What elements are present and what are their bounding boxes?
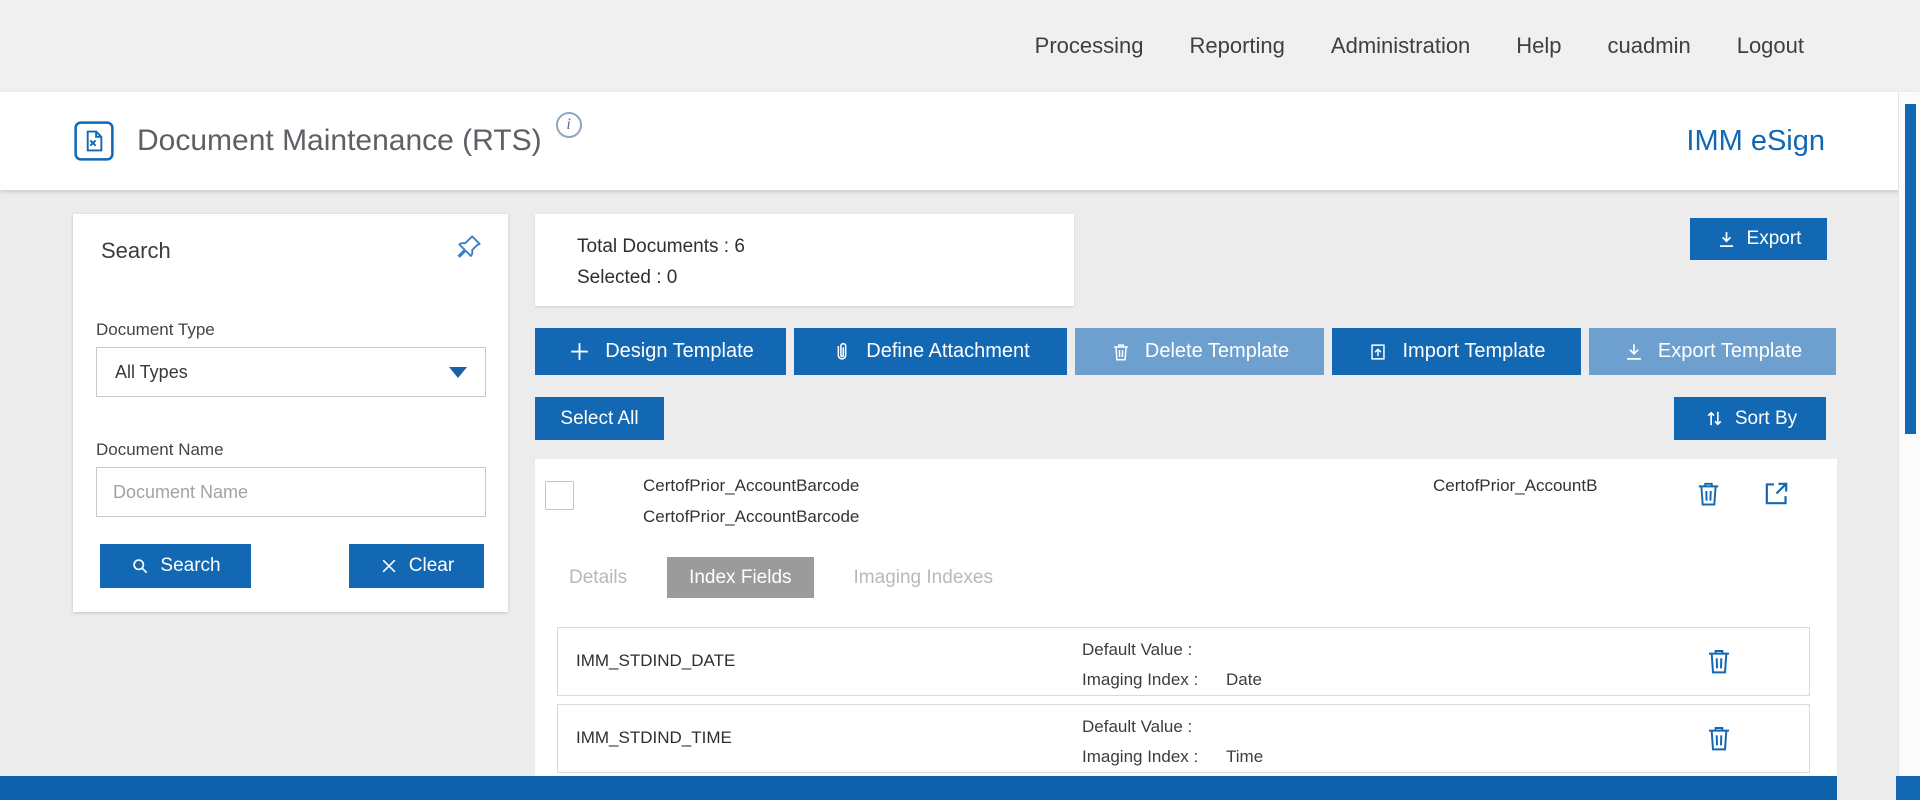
design-template-label: Design Template — [605, 340, 754, 362]
export-template-button[interactable]: Export Template — [1589, 328, 1836, 375]
select-all-label: Select All — [560, 407, 639, 429]
search-button[interactable]: Search — [100, 544, 251, 588]
nav-help[interactable]: Help — [1516, 33, 1561, 59]
delete-field-icon[interactable] — [1703, 645, 1735, 677]
delete-field-icon[interactable] — [1703, 722, 1735, 754]
tab-imaging-indexes[interactable]: Imaging Indexes — [854, 557, 993, 598]
search-panel-title: Search — [101, 238, 171, 263]
clear-button-label: Clear — [408, 555, 455, 576]
clear-button[interactable]: Clear — [349, 544, 484, 588]
clear-x-icon — [382, 559, 396, 573]
selected-count-text: Selected : 0 — [577, 267, 678, 288]
document-name-right: CertofPrior_AccountB — [1433, 476, 1598, 495]
index-field-row: IMM_STDIND_TIME Default Value : Imaging … — [557, 704, 1810, 773]
search-panel: Search Document Type All Types Document … — [73, 214, 508, 612]
import-icon — [1371, 343, 1386, 360]
tab-details[interactable]: Details — [569, 557, 627, 598]
nav-reporting[interactable]: Reporting — [1190, 33, 1285, 59]
index-field-name: IMM_STDIND_TIME — [576, 728, 732, 747]
vertical-scrollbar[interactable] — [1898, 92, 1920, 800]
export-button-label: Export — [1746, 228, 1802, 249]
document-tabs: Details Index Fields Imaging Indexes — [569, 557, 993, 598]
app-logo-icon — [74, 121, 114, 161]
default-value-label: Default Value : — [1082, 640, 1193, 659]
summary-card: Total Documents : 6 Selected : 0 — [535, 214, 1074, 306]
document-panel: CertofPrior_AccountBarcode CertofPrior_A… — [535, 459, 1837, 800]
info-icon[interactable]: i — [555, 112, 582, 138]
delete-template-label: Delete Template — [1144, 340, 1290, 362]
nav-administration[interactable]: Administration — [1331, 33, 1470, 59]
scrollbar-corner — [1896, 776, 1920, 800]
import-template-label: Import Template — [1402, 340, 1546, 362]
open-external-icon[interactable] — [1761, 478, 1792, 509]
imaging-index-value: Time — [1226, 747, 1264, 766]
index-field-row: IMM_STDIND_DATE Default Value : Imaging … — [557, 627, 1810, 696]
scrollbar-thumb[interactable] — [1905, 104, 1916, 434]
chevron-down-icon — [449, 366, 467, 378]
top-nav: Processing Reporting Administration Help… — [0, 0, 1920, 92]
delete-template-button[interactable]: Delete Template — [1075, 328, 1324, 375]
trash-icon — [1114, 343, 1128, 361]
download-icon — [1627, 343, 1641, 360]
define-attachment-button[interactable]: Define Attachment — [794, 328, 1067, 375]
imaging-index-label: Imaging Index : — [1082, 747, 1199, 766]
paperclip-icon — [837, 342, 847, 360]
search-icon — [133, 559, 148, 574]
download-icon — [1719, 231, 1733, 247]
document-name-label: Document Name — [96, 440, 224, 459]
nav-cuadmin[interactable]: cuadmin — [1608, 33, 1691, 59]
document-type-value: All Types — [115, 361, 188, 382]
default-value-label: Default Value : — [1082, 717, 1193, 736]
document-name-line1: CertofPrior_AccountBarcode — [643, 476, 860, 495]
page-header: Document Maintenance (RTS) i IMM eSign — [0, 92, 1920, 190]
document-type-label: Document Type — [96, 320, 215, 339]
export-template-label: Export Template — [1657, 340, 1803, 362]
plus-icon — [571, 343, 589, 360]
sort-icon — [1707, 411, 1722, 426]
nav-logout[interactable]: Logout — [1737, 33, 1804, 59]
document-checkbox[interactable] — [545, 481, 574, 510]
imaging-index-value: Date — [1226, 670, 1262, 689]
import-template-button[interactable]: Import Template — [1332, 328, 1581, 375]
page-title: Document Maintenance (RTS) — [137, 124, 542, 157]
select-all-button[interactable]: Select All — [535, 397, 664, 440]
document-name-input[interactable] — [96, 467, 486, 517]
imaging-index-label: Imaging Index : — [1082, 670, 1199, 689]
template-toolbar: Design Template Define Attachment Delete… — [535, 328, 1837, 375]
design-template-button[interactable]: Design Template — [535, 328, 786, 375]
sort-by-label: Sort By — [1734, 407, 1798, 429]
delete-document-icon[interactable] — [1693, 478, 1724, 509]
tab-index-fields[interactable]: Index Fields — [667, 557, 814, 598]
search-button-label: Search — [160, 555, 221, 576]
pin-icon[interactable] — [454, 232, 484, 262]
define-attachment-label: Define Attachment — [866, 340, 1030, 362]
document-name-line2: CertofPrior_AccountBarcode — [643, 507, 860, 526]
bottom-bar — [0, 776, 1837, 800]
index-field-name: IMM_STDIND_DATE — [576, 651, 736, 670]
total-documents-text: Total Documents : 6 — [577, 236, 745, 257]
export-button[interactable]: Export — [1690, 218, 1827, 260]
document-type-select[interactable]: All Types — [96, 347, 486, 397]
nav-processing[interactable]: Processing — [1035, 33, 1144, 59]
sort-by-button[interactable]: Sort By — [1674, 397, 1826, 440]
brand-logo-text: IMM eSign — [1686, 124, 1825, 157]
